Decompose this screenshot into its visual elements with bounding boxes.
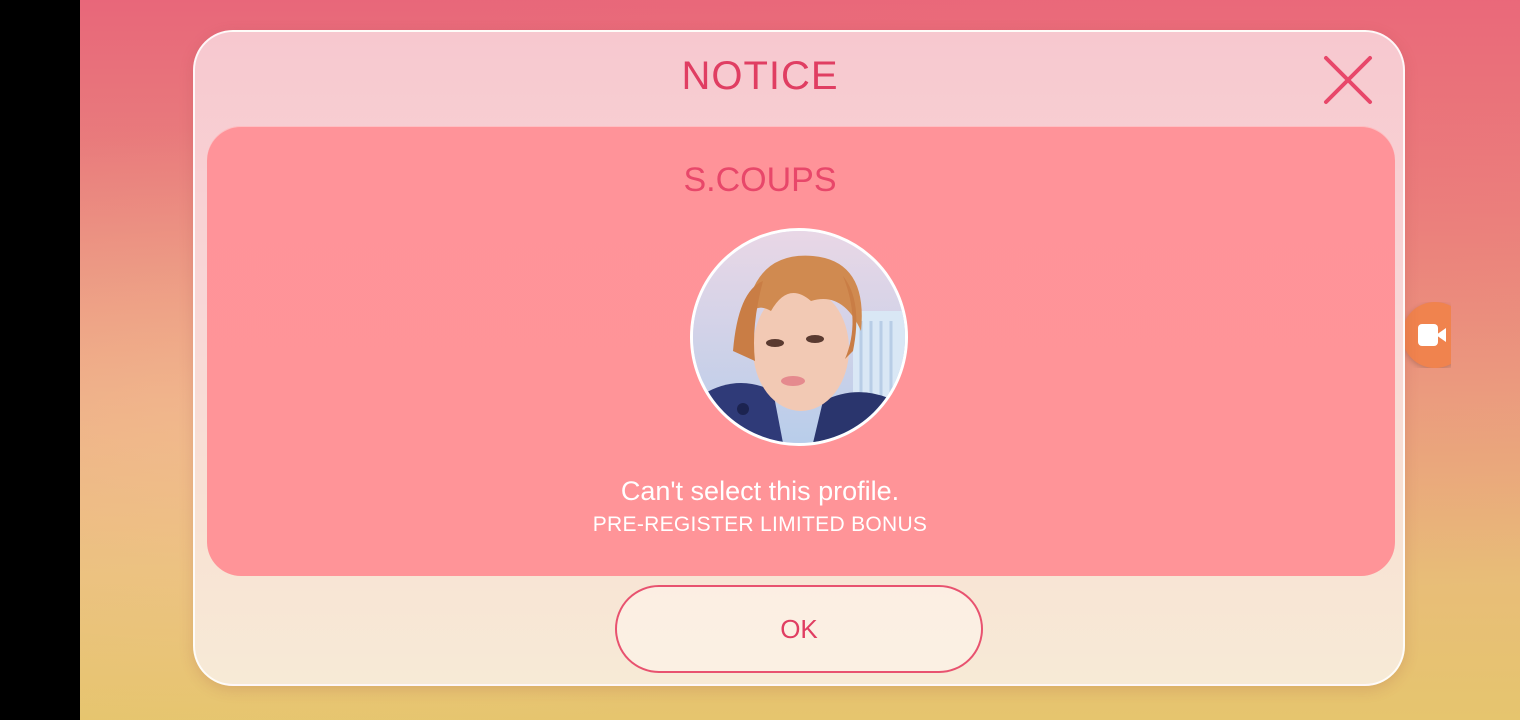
dialog-title: NOTICE [681,54,839,98]
profile-avatar [690,228,908,446]
close-button[interactable] [1320,52,1376,108]
game-screen: NOTICE S.COUPS Can't select this profile… [0,0,1520,720]
ok-button[interactable]: OK [615,585,983,673]
member-name: S.COUPS [683,161,837,199]
avatar-portrait-image [693,231,905,443]
close-icon [1324,56,1372,104]
left-black-bar [0,0,80,720]
notice-message: Can't select this profile. [620,476,900,506]
video-camera-icon [1418,324,1446,346]
notice-sub-message: PRE-REGISTER LIMITED BONUS [592,513,928,536]
